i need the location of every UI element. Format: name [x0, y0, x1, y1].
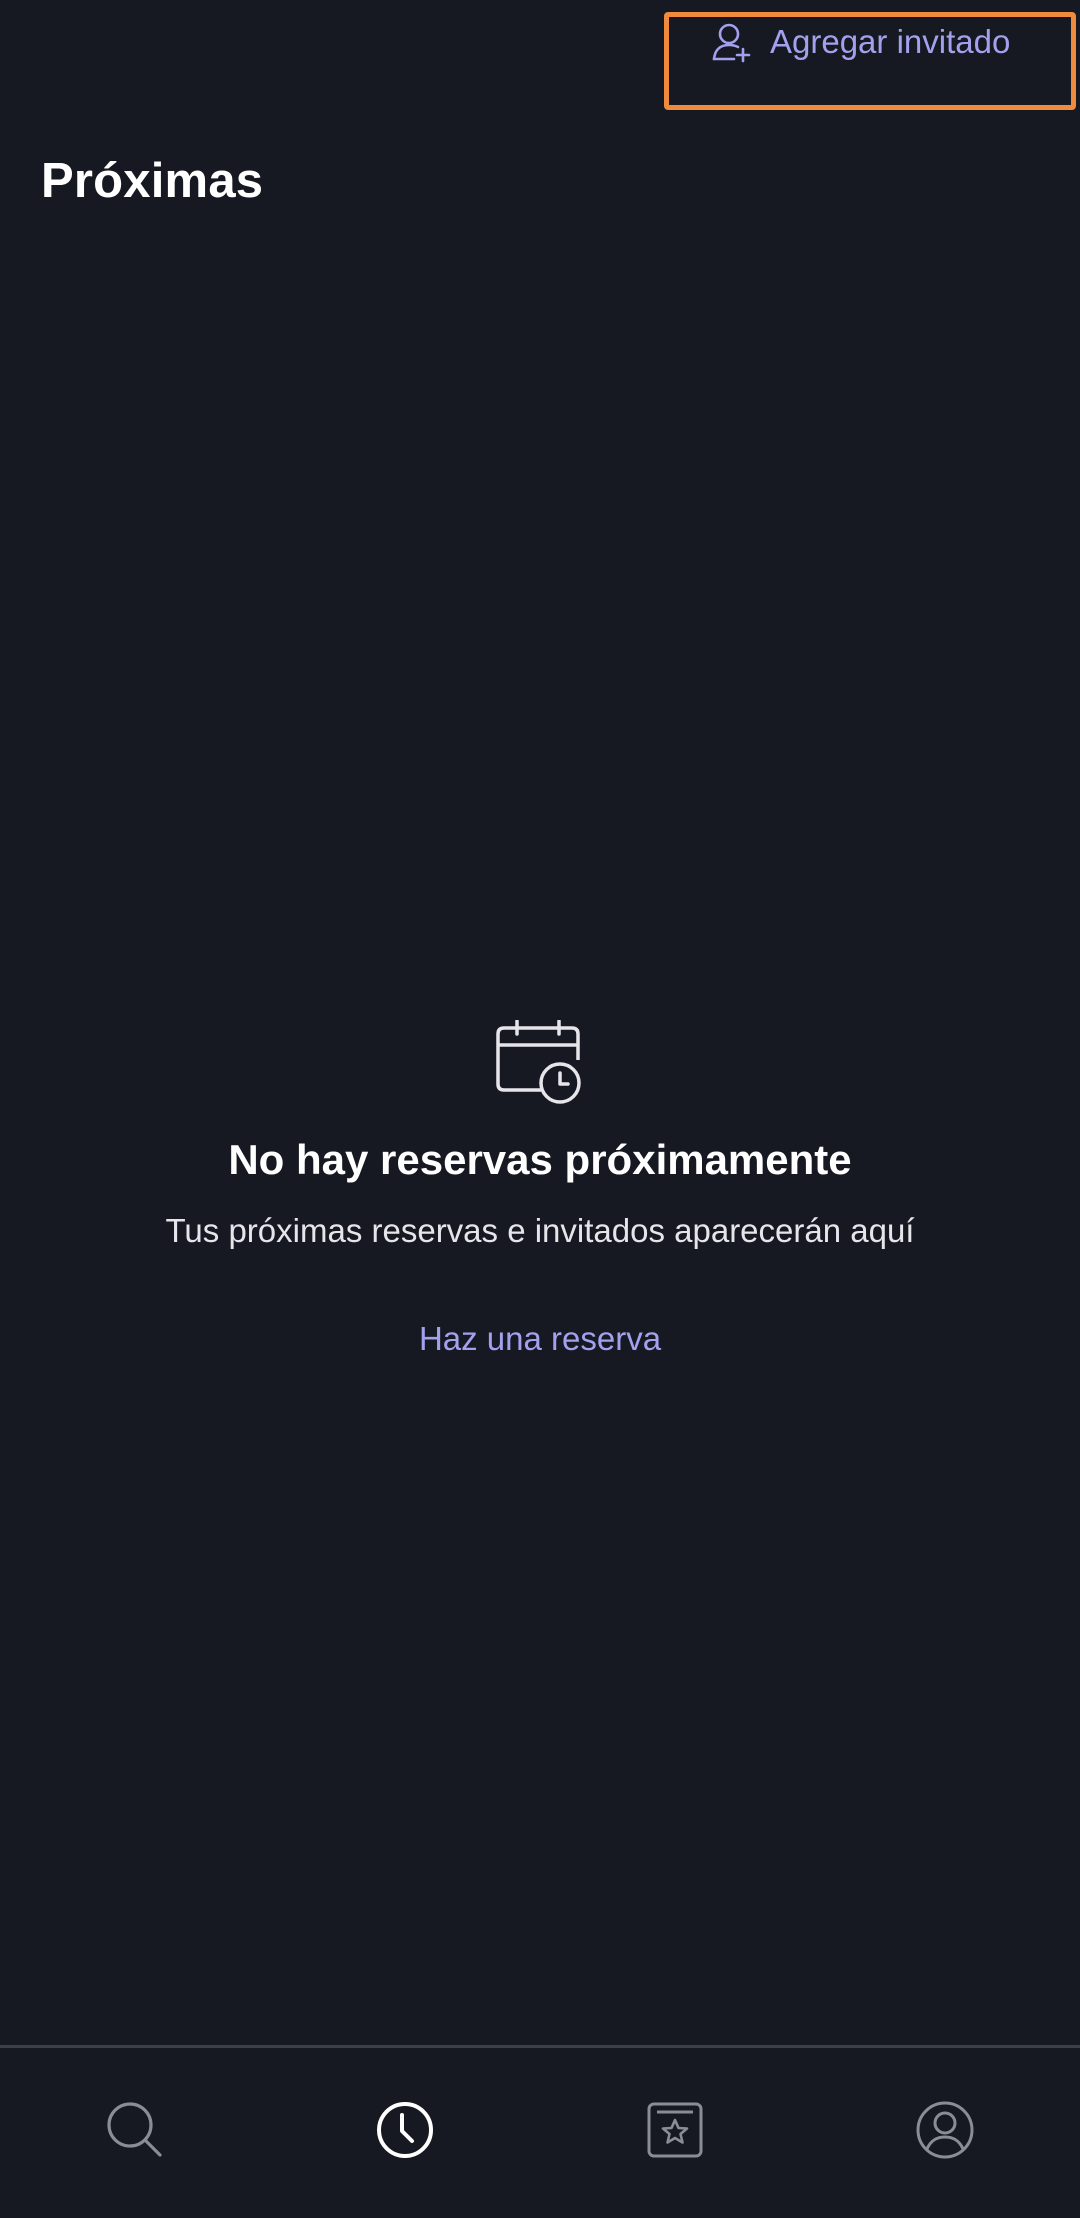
empty-state: No hay reservas próximamente Tus próxima… [0, 1020, 1080, 1358]
search-icon [107, 2102, 162, 2157]
profile-icon [916, 2101, 974, 2159]
calendar-clock-icon [496, 1020, 581, 1104]
empty-state-title: No hay reservas próximamente [228, 1136, 852, 1183]
make-reservation-link[interactable]: Haz una reserva [419, 1320, 661, 1358]
nav-profile-tab[interactable] [885, 2090, 1005, 2170]
page-title: Próximas [41, 154, 264, 208]
saved-star-icon [647, 2102, 703, 2158]
person-add-icon [712, 21, 752, 63]
add-guest-label: Agregar invitado [770, 23, 1011, 60]
upcoming-reservations-screen: Agregar invitado Próximas No hay reserva… [0, 0, 1080, 2218]
nav-upcoming-tab[interactable] [345, 2090, 465, 2170]
empty-state-subtitle: Tus próximas reservas e invitados aparec… [165, 1212, 915, 1249]
add-guest-button[interactable]: Agregar invitado [712, 14, 1010, 70]
bottom-navigation [0, 2045, 1080, 2218]
nav-saved-tab[interactable] [615, 2090, 735, 2170]
clock-icon [377, 2102, 433, 2158]
nav-search-tab[interactable] [75, 2090, 195, 2170]
